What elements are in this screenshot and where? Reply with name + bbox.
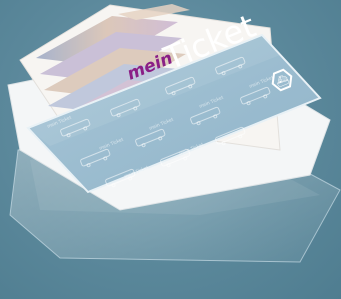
product-photo: mein Ticket mein Ticket mein Ticket mein… — [0, 0, 341, 299]
ticket-scene-svg: mein Ticket mein Ticket mein Ticket mein… — [7, 4, 341, 263]
